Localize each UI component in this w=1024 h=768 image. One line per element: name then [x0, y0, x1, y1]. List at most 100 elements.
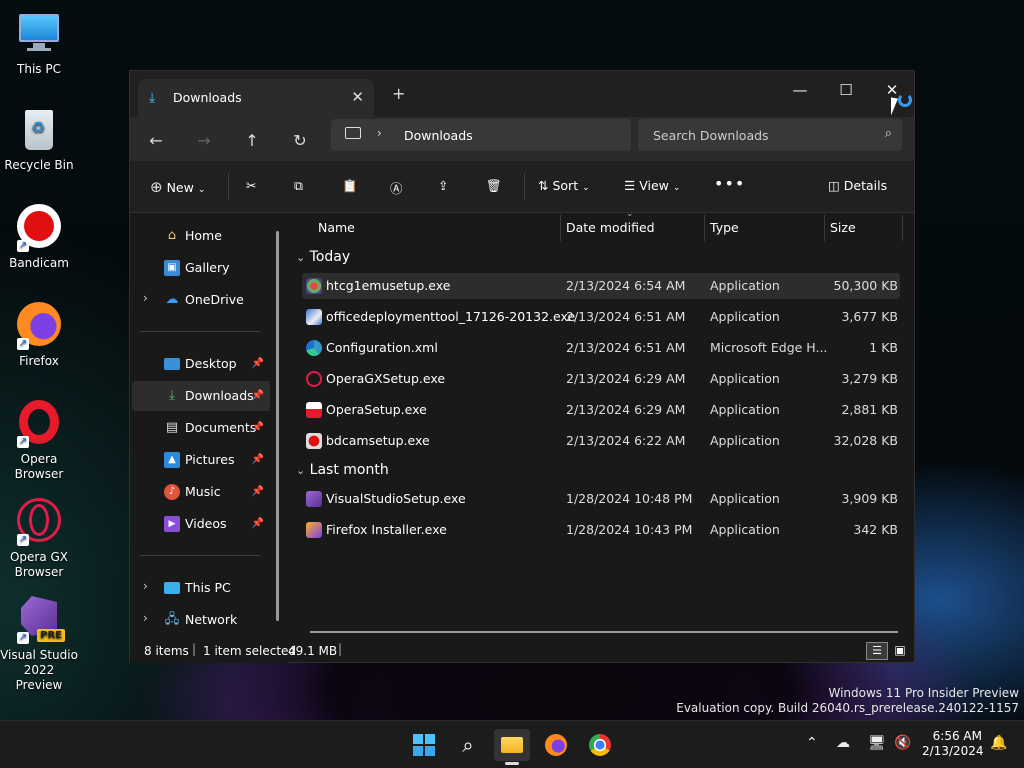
- column-header-size[interactable]: Size: [830, 220, 856, 235]
- title-bar[interactable]: ⤓ Downloads ✕ + — ☐ ✕: [130, 71, 914, 117]
- new-tab-button[interactable]: +: [392, 84, 405, 103]
- clock[interactable]: 6:56 AM 2/13/2024: [922, 729, 984, 759]
- nav-item-network[interactable]: › 🖧 Network: [132, 605, 270, 635]
- horizontal-scrollbar[interactable]: [310, 631, 898, 633]
- taskbar: ⌕ ⌃ ☁ 🖥 🔇 6:56 AM 2/13/2024 🔔: [0, 720, 1024, 768]
- view-button[interactable]: ☰ View ⌄: [624, 178, 680, 193]
- share-icon[interactable]: ⇪: [438, 178, 448, 193]
- desktop-icon-visual-studio[interactable]: PRE ↗ Visual Studio 2022 Preview: [0, 596, 78, 693]
- minimize-button[interactable]: —: [777, 77, 823, 103]
- volume-muted-icon[interactable]: 🔇: [894, 735, 911, 751]
- group-header-today[interactable]: ⌄ Today: [296, 249, 350, 265]
- clock-time: 6:56 AM: [932, 729, 982, 743]
- table-row[interactable]: OperaSetup.exe 2/13/2024 6:29 AM Applica…: [302, 397, 900, 423]
- start-button[interactable]: [406, 729, 442, 761]
- close-tab-icon[interactable]: ✕: [351, 88, 364, 106]
- search-icon: ⌕: [462, 733, 474, 757]
- onedrive-offline-icon[interactable]: ☁: [836, 735, 850, 751]
- chevron-right-icon[interactable]: ›: [143, 291, 148, 305]
- search-input[interactable]: Search Downloads: [653, 128, 769, 143]
- column-header-type[interactable]: Type: [710, 220, 739, 235]
- desktop-icon-label: Bandicam: [9, 256, 69, 270]
- column-divider[interactable]: [560, 215, 561, 241]
- file-explorer-taskbar-button[interactable]: [494, 729, 530, 765]
- table-row[interactable]: Firefox Installer.exe 1/28/2024 10:43 PM…: [302, 517, 900, 543]
- chevron-right-icon[interactable]: ›: [143, 611, 148, 625]
- table-row[interactable]: OperaGXSetup.exe 2/13/2024 6:29 AM Appli…: [302, 366, 900, 392]
- delete-icon[interactable]: 🗑: [486, 178, 502, 194]
- table-row[interactable]: officedeploymenttool_17126-20132.exe 2/1…: [302, 304, 900, 330]
- download-arrow-icon: ⤓: [149, 90, 156, 106]
- nav-item-documents[interactable]: ▤ Documents 📌: [132, 413, 270, 443]
- desktop-icon-bandicam[interactable]: ↗ Bandicam: [0, 204, 78, 271]
- pin-icon[interactable]: 📌: [252, 422, 264, 433]
- table-row[interactable]: VisualStudioSetup.exe 1/28/2024 10:48 PM…: [302, 486, 900, 512]
- copy-icon[interactable]: ⧉: [294, 178, 303, 194]
- nav-item-videos[interactable]: ▶ Videos 📌: [132, 509, 270, 539]
- desktop-icon-this-pc[interactable]: This PC: [0, 10, 78, 77]
- maximize-button[interactable]: ☐: [823, 77, 869, 103]
- pin-icon[interactable]: 📌: [252, 486, 264, 497]
- up-arrow-icon[interactable]: ↑: [240, 131, 264, 150]
- tab-downloads[interactable]: ⤓ Downloads ✕: [138, 79, 374, 117]
- details-view-icon[interactable]: ☰: [866, 642, 888, 660]
- nav-scrollbar[interactable]: [276, 231, 279, 621]
- search-button[interactable]: ⌕: [450, 729, 486, 761]
- network-icon[interactable]: 🖥: [868, 735, 886, 751]
- notification-bell-icon[interactable]: 🔔: [990, 735, 1007, 751]
- group-header-last-month[interactable]: ⌄ Last month: [296, 462, 389, 478]
- table-row[interactable]: htcg1emusetup.exe 2/13/2024 6:54 AM Appl…: [302, 273, 900, 299]
- desktop-icon-label: Recycle Bin: [4, 158, 74, 172]
- firefox-taskbar-button[interactable]: [538, 729, 574, 761]
- view-button-label: View: [639, 178, 669, 193]
- details-button[interactable]: ◫ Details: [828, 178, 887, 193]
- pin-icon[interactable]: 📌: [252, 390, 264, 401]
- pin-icon[interactable]: 📌: [252, 358, 264, 369]
- chrome-taskbar-button[interactable]: [582, 729, 618, 761]
- more-options-icon[interactable]: •••: [714, 174, 745, 193]
- column-divider[interactable]: [902, 215, 903, 241]
- nav-item-desktop[interactable]: Desktop 📌: [132, 349, 270, 379]
- nav-item-music[interactable]: ♪ Music 📌: [132, 477, 270, 507]
- column-divider[interactable]: [704, 215, 705, 241]
- paste-icon[interactable]: 📋: [342, 178, 358, 194]
- monitor-icon: [345, 127, 361, 139]
- cut-icon[interactable]: ✂: [246, 178, 256, 193]
- desktop-icon-opera[interactable]: ↗ Opera Browser: [0, 400, 78, 482]
- chevron-right-icon[interactable]: ›: [143, 579, 148, 593]
- rename-icon[interactable]: Ⓐ: [390, 178, 403, 197]
- nav-item-home[interactable]: ⌂ Home: [132, 221, 270, 251]
- nav-item-onedrive[interactable]: › ☁ OneDrive: [132, 285, 270, 315]
- forward-arrow-icon[interactable]: →: [192, 131, 216, 150]
- nav-item-downloads[interactable]: ⤓ Downloads 📌: [132, 381, 270, 411]
- table-row[interactable]: bdcamsetup.exe 2/13/2024 6:22 AM Applica…: [302, 428, 900, 454]
- pin-icon[interactable]: 📌: [252, 518, 264, 529]
- column-header-name[interactable]: Name: [318, 220, 355, 235]
- table-row[interactable]: Configuration.xml 2/13/2024 6:51 AM Micr…: [302, 335, 900, 361]
- group-label: Last month: [309, 462, 389, 478]
- desktop-icon-opera-gx[interactable]: ↗ Opera GX Browser: [0, 498, 78, 580]
- new-button[interactable]: ⊕ New ⌄: [150, 178, 205, 196]
- sort-button[interactable]: ⇅ Sort ⌄: [538, 178, 590, 193]
- file-type: Application: [710, 433, 780, 448]
- nav-item-pictures[interactable]: ▲ Pictures 📌: [132, 445, 270, 475]
- tab-label: Downloads: [173, 90, 242, 105]
- chevron-right-icon[interactable]: ›: [377, 126, 382, 140]
- back-arrow-icon[interactable]: ←: [144, 131, 168, 150]
- desktop-icon-firefox[interactable]: ↗ Firefox: [0, 302, 78, 369]
- shortcut-arrow-icon: ↗: [17, 632, 29, 644]
- nav-item-this-pc[interactable]: › This PC: [132, 573, 270, 603]
- refresh-icon[interactable]: ↻: [288, 131, 312, 150]
- column-header-date[interactable]: Date modified: [566, 220, 655, 235]
- nav-item-gallery[interactable]: ▣ Gallery: [132, 253, 270, 283]
- address-field[interactable]: › Downloads: [331, 119, 631, 151]
- clock-date: 2/13/2024: [922, 744, 984, 758]
- search-box[interactable]: Search Downloads ⌕: [638, 119, 902, 151]
- column-divider[interactable]: [824, 215, 825, 241]
- breadcrumb-downloads[interactable]: Downloads: [404, 128, 473, 143]
- show-hidden-icons-chevron-icon[interactable]: ⌃: [806, 735, 818, 751]
- tiles-view-icon[interactable]: ▣: [890, 642, 910, 660]
- desktop-icon-recycle-bin[interactable]: ♻ Recycle Bin: [0, 106, 78, 173]
- file-date: 1/28/2024 10:48 PM: [566, 491, 693, 506]
- pin-icon[interactable]: 📌: [252, 454, 264, 465]
